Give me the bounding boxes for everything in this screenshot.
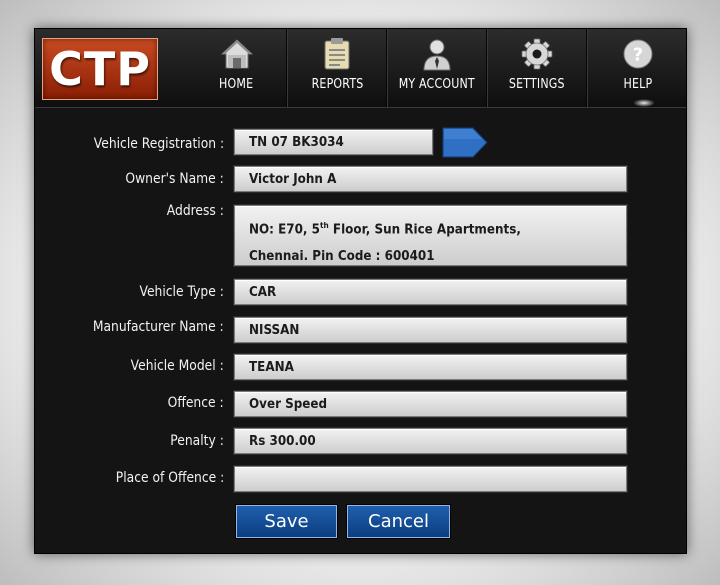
clipboard-icon [320,37,354,71]
manufacturer-name-field[interactable]: NISSAN [234,317,627,343]
nav-reports-label: REPORTS [311,77,363,92]
home-icon [220,37,254,71]
vehicle-model-label: Vehicle Model : [130,358,224,374]
arrow-right-icon [442,127,488,158]
offence-label: Offence : [167,395,224,411]
app-window: CTP HOME REPORTS MY ACCOUNT SETTINGS ? H… [34,28,687,554]
offence-field[interactable]: Over Speed [234,391,627,417]
vehicle-registration-field[interactable]: TN 07 BK3034 [234,129,433,155]
ctp-logo: CTP [42,38,158,100]
address-line-2: Chennai. Pin Code : 600401 [249,249,435,265]
vehicle-registration-label: Vehicle Registration : [93,136,224,152]
top-navigation-bar: CTP HOME REPORTS MY ACCOUNT SETTINGS ? H… [35,29,686,108]
nav-my-account[interactable]: MY ACCOUNT [387,29,487,107]
user-icon [420,37,454,71]
cancel-button[interactable]: Cancel [347,505,450,538]
address-label: Address : [166,203,224,219]
nav-home[interactable]: HOME [187,29,287,107]
address-line-1: NO: E70, 5th Floor, Sun Rice Apartments, [249,221,521,238]
address-textarea[interactable]: NO: E70, 5th Floor, Sun Rice Apartments,… [234,205,627,266]
main-nav: HOME REPORTS MY ACCOUNT SETTINGS ? HELP [187,29,687,107]
gear-icon [520,37,554,71]
penalty-field[interactable]: Rs 300.00 [234,428,627,454]
nav-help[interactable]: ? HELP [587,29,687,107]
vehicle-type-field[interactable]: CAR [234,279,627,305]
manufacturer-name-label: Manufacturer Name : [93,319,224,335]
svg-text:?: ? [632,45,642,66]
nav-settings-label: SETTINGS [509,77,565,92]
nav-home-label: HOME [219,77,254,92]
nav-settings[interactable]: SETTINGS [487,29,587,107]
place-of-offence-field[interactable] [234,466,627,492]
help-active-indicator [633,99,655,107]
nav-help-label: HELP [623,77,652,92]
place-of-offence-label: Place of Offence : [115,470,224,486]
owners-name-label: Owner's Name : [125,171,224,187]
owners-name-field[interactable]: Victor John A [234,166,627,192]
go-arrow-button[interactable] [442,127,488,158]
nav-my-account-label: MY ACCOUNT [398,77,476,92]
nav-reports[interactable]: REPORTS [287,29,387,107]
help-icon: ? [621,37,655,71]
save-button[interactable]: Save [236,505,337,538]
vehicle-model-field[interactable]: TEANA [234,354,627,380]
vehicle-type-label: Vehicle Type : [139,284,224,300]
penalty-label: Penalty : [170,433,224,449]
